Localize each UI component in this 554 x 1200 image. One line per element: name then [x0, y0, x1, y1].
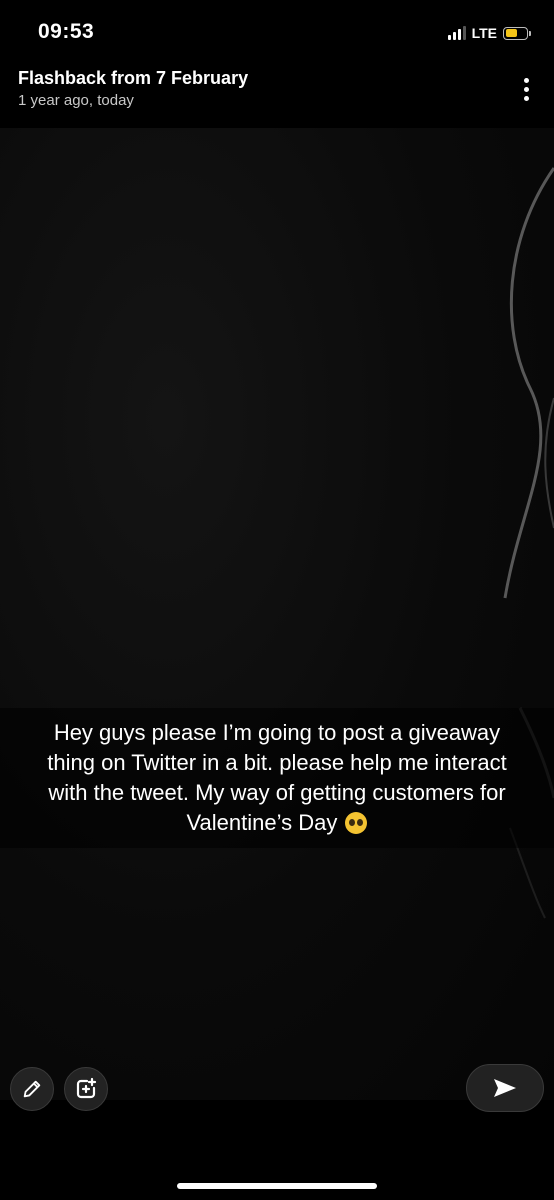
home-indicator[interactable] [177, 1183, 377, 1189]
add-sticker-icon [76, 1077, 97, 1099]
status-bar: 09:53 LTE [0, 0, 554, 62]
network-label: LTE [471, 25, 497, 41]
caption-text: Hey guys please I’m going to post a give… [47, 720, 507, 835]
cellular-signal-icon [447, 26, 466, 40]
flashback-subtitle: 1 year ago, today [18, 92, 134, 109]
flashback-title: Flashback from 7 February [18, 68, 249, 88]
more-options-button[interactable] [516, 74, 536, 104]
status-time: 09:53 [38, 20, 95, 43]
send-arrow-icon [494, 1079, 516, 1097]
pencil-button[interactable] [10, 1067, 54, 1111]
flashback-header: Flashback from 7 February 1 year ago, to… [18, 67, 248, 111]
status-indicators: LTE [447, 23, 531, 43]
snap-image: Hey guys please I’m going to post a give… [0, 128, 554, 1100]
caption-bar[interactable]: Hey guys please I’m going to post a give… [0, 708, 554, 848]
pleading-face-emoji [345, 812, 368, 834]
add-sticker-button[interactable] [64, 1067, 108, 1111]
pencil-icon [23, 1080, 41, 1098]
send-button[interactable] [466, 1064, 544, 1112]
battery-icon [503, 26, 531, 40]
more-vertical-icon [523, 77, 529, 83]
cable-photo-detail [503, 167, 554, 919]
